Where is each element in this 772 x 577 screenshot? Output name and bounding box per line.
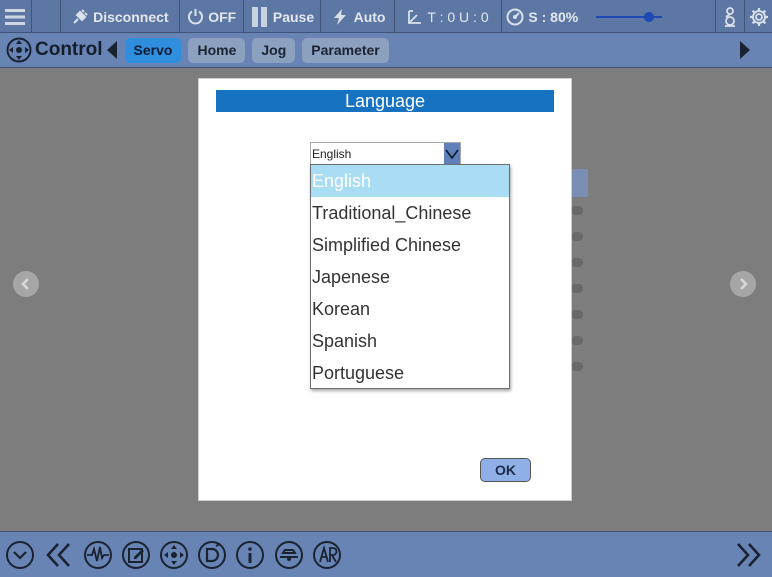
collapse-icon — [6, 541, 34, 569]
settings-button[interactable] — [745, 0, 772, 33]
speed-slider-knob[interactable] — [644, 11, 655, 22]
gear-icon — [749, 7, 768, 26]
speed-slider[interactable] — [596, 11, 663, 23]
chevron-right-icon — [740, 278, 748, 290]
io-button[interactable] — [197, 540, 227, 570]
collapse-button[interactable] — [5, 540, 35, 570]
background-indicator — [571, 206, 583, 215]
move-button[interactable] — [159, 540, 189, 570]
language-option[interactable]: Spanish — [311, 325, 509, 357]
tool-frame-indicator[interactable]: T : 0 U : 0 — [395, 0, 503, 33]
page-next-button[interactable] — [730, 271, 756, 297]
chevron-left-icon — [21, 278, 29, 290]
power-label: OFF — [208, 8, 237, 25]
move-icon — [160, 541, 188, 569]
ar-button[interactable] — [312, 540, 342, 570]
ar-icon — [313, 541, 341, 569]
speed-label: S : 80% — [528, 8, 579, 25]
tab-next-arrow-icon[interactable] — [740, 41, 750, 59]
ok-label: OK — [495, 462, 516, 478]
background-indicator — [571, 232, 583, 241]
double-left-icon — [46, 543, 70, 567]
language-option[interactable]: Japenese — [311, 261, 509, 293]
language-select-value: English — [312, 147, 352, 161]
disconnect-label: Disconnect — [93, 8, 169, 25]
tab-prev-arrow-icon[interactable] — [106, 41, 117, 59]
background-indicator — [571, 362, 583, 371]
bottom-toolbar — [0, 531, 772, 577]
language-dialog: Language English English Traditional_Chin… — [198, 78, 572, 501]
mode-label: Auto — [353, 8, 386, 25]
speed-control[interactable]: S : 80% — [502, 0, 717, 33]
edit-button[interactable] — [121, 540, 151, 570]
power-button[interactable]: OFF — [180, 0, 245, 33]
hamburger-icon — [5, 8, 26, 25]
pause-icon — [251, 6, 267, 27]
robot-button[interactable] — [716, 0, 746, 33]
background-panel-strip — [570, 169, 588, 197]
edit-icon — [122, 541, 150, 569]
io-icon — [198, 541, 226, 569]
language-option[interactable]: Simplified Chinese — [311, 229, 509, 261]
speed-gauge-icon — [506, 8, 524, 25]
page-prev-button[interactable] — [13, 271, 39, 297]
control-pad-icon — [6, 37, 32, 63]
info-button[interactable] — [235, 540, 265, 570]
auto-mode-icon — [333, 8, 346, 25]
tool-button[interactable] — [274, 540, 304, 570]
pause-label: Pause — [272, 8, 315, 25]
scroll-left-button[interactable] — [43, 540, 73, 570]
tab-label: Jog — [261, 42, 287, 58]
power-icon — [188, 9, 204, 25]
language-dropdown-list: English Traditional_Chinese Simplified Chi… — [310, 164, 510, 389]
chevron-down-icon — [445, 149, 459, 159]
ok-button[interactable]: OK — [480, 458, 531, 482]
waveform-button[interactable] — [83, 540, 113, 570]
mode-button[interactable]: Auto — [321, 0, 395, 33]
tab-servo[interactable]: Servo — [124, 37, 182, 63]
control-bar: Control Servo Home Jog Parameter — [0, 33, 772, 68]
status-bar: Disconnect OFF Pause Auto T : 0 U : 0 S … — [0, 0, 772, 33]
tool-frame-label: T : 0 U : 0 — [427, 8, 489, 25]
language-option[interactable]: Korean — [311, 293, 509, 325]
blank-slot — [32, 0, 61, 33]
tab-label: Home — [197, 42, 237, 58]
pause-button[interactable]: Pause — [244, 0, 322, 33]
coordinate-icon — [408, 9, 422, 24]
tool-icon — [275, 541, 303, 569]
scroll-right-button[interactable] — [734, 540, 764, 570]
dialog-title: Language — [216, 90, 554, 112]
background-indicator — [571, 258, 583, 267]
tab-home[interactable]: Home — [188, 37, 246, 63]
disconnect-button[interactable]: Disconnect — [61, 0, 180, 33]
menu-button[interactable] — [0, 0, 32, 33]
language-option[interactable]: Portuguese — [311, 357, 509, 389]
double-right-icon — [737, 543, 761, 567]
background-indicator — [571, 284, 583, 293]
plug-icon — [73, 8, 88, 24]
tab-jog[interactable]: Jog — [252, 37, 296, 63]
background-indicator — [571, 336, 583, 345]
info-icon — [236, 541, 264, 569]
tab-label: Parameter — [311, 42, 380, 58]
tab-label: Servo — [133, 42, 173, 58]
language-option[interactable]: Traditional_Chinese — [311, 197, 509, 229]
language-select[interactable]: English — [310, 142, 461, 165]
tab-parameter[interactable]: Parameter — [302, 37, 389, 63]
waveform-icon — [84, 541, 112, 569]
language-option[interactable]: English — [311, 165, 509, 197]
language-select-toggle[interactable] — [444, 143, 460, 164]
robot-arm-icon — [725, 6, 736, 27]
background-indicator — [571, 310, 583, 319]
page-title: Control — [35, 39, 103, 60]
